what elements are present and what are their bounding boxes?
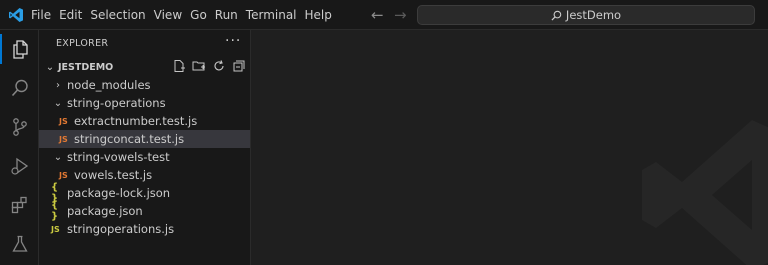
tree-item-label: stringoperations.js [67,222,175,236]
vscode-watermark-icon [642,120,768,265]
title-bar: File Edit Selection View Go Run Terminal… [0,0,768,30]
js-file-icon: JS [59,116,68,126]
explorer-toolbar [172,59,246,73]
js-file-icon: JS [59,134,68,144]
more-actions-icon[interactable]: ··· [225,33,241,49]
menu-help[interactable]: Help [301,0,336,30]
testing-activity[interactable] [0,229,39,259]
menu-selection[interactable]: Selection [86,0,149,30]
tree-item-stringoperations[interactable]: JS stringoperations.js [39,220,250,238]
tree-item-label: stringconcat.test.js [74,132,185,146]
tree-item-package-json[interactable]: { } package.json [39,200,250,222]
refresh-icon[interactable] [212,59,226,73]
explorer-sidebar: EXPLORER ··· ⌄ JESTDEMO › node_modules ⌄… [39,30,251,265]
files-icon [12,40,28,59]
flask-icon [11,235,28,252]
chevron-down-icon: ⌄ [53,97,63,109]
js-file-icon: JS [51,224,60,234]
tree-item-label: package-lock.json [67,186,171,200]
forward-arrow-icon[interactable]: → [394,6,407,24]
search-icon [551,10,562,21]
tree-item-vowels-test[interactable]: JS vowels.test.js [39,166,250,184]
extensions-activity[interactable] [0,190,39,220]
tree-item-string-vowels-test[interactable]: ⌄ string-vowels-test [39,148,250,166]
editor-area [251,30,768,265]
explorer-activity[interactable] [0,34,39,64]
json-file-icon: { } [51,200,59,222]
tree-item-label: package.json [67,204,143,218]
run-debug-activity[interactable] [0,151,39,181]
chevron-down-icon: ⌄ [53,151,63,163]
menu-go[interactable]: Go [186,0,211,30]
menu-terminal[interactable]: Terminal [242,0,301,30]
chevron-down-icon: ⌄ [45,61,55,73]
tree-item-package-lock[interactable]: { } package-lock.json [39,182,250,204]
run-debug-icon [10,157,28,175]
search-activity-icon [11,79,28,97]
new-file-icon[interactable] [172,59,186,73]
tree-item-label: string-operations [67,96,166,110]
menu-run[interactable]: Run [211,0,242,30]
extensions-icon [11,196,27,214]
tree-item-label: extractnumber.test.js [74,114,198,128]
menu-edit[interactable]: Edit [55,0,86,30]
tree-item-node-modules[interactable]: › node_modules [39,76,250,94]
collapse-all-icon[interactable] [232,59,246,73]
root-folder-label: JESTDEMO [58,61,114,73]
tree-item-stringconcat-test[interactable]: JS stringconcat.test.js [39,130,250,148]
menu-bar: File Edit Selection View Go Run Terminal… [27,0,336,30]
activity-bar [0,30,39,265]
tree-item-label: vowels.test.js [74,168,153,182]
new-folder-icon[interactable] [192,59,206,73]
menu-view[interactable]: View [150,0,186,30]
search-activity[interactable] [0,73,39,103]
source-control-icon [12,118,27,136]
explorer-title: EXPLORER [56,38,109,49]
tree-item-string-operations[interactable]: ⌄ string-operations [39,94,250,112]
vscode-logo-icon [9,8,23,22]
search-text: JestDemo [565,8,622,22]
command-center-search[interactable]: JestDemo [417,5,755,25]
tree-item-label: string-vowels-test [67,150,170,164]
menu-file[interactable]: File [27,0,55,30]
back-arrow-icon[interactable]: ← [371,6,384,24]
source-control-activity[interactable] [0,112,39,142]
chevron-right-icon: › [56,79,60,91]
tree-item-label: node_modules [67,78,151,92]
tree-item-extractnumber-test[interactable]: JS extractnumber.test.js [39,112,250,130]
js-file-icon: JS [59,170,68,180]
